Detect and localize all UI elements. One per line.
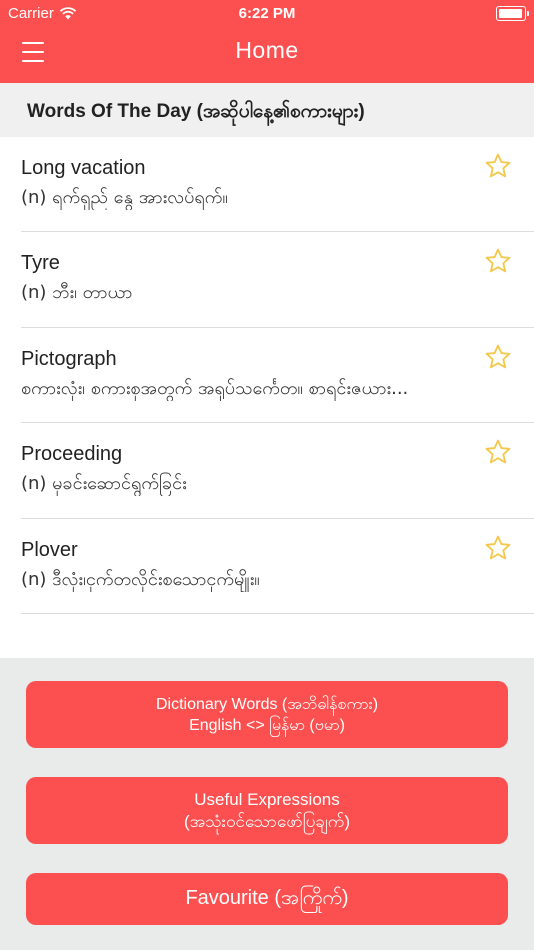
dictionary-button-line2: English <> မြန်မာ (ဗမာ)	[189, 716, 345, 734]
battery-level	[499, 9, 522, 18]
status-bar: Carrier 6:22 PM	[0, 0, 534, 28]
useful-button-line2: (အသုံးဝင်သောဖော်ပြချက်)	[183, 811, 350, 831]
word-definition: (n) ရက်ရှည် နွေ အားလပ်ရက်။	[21, 187, 228, 208]
word-title: Pictograph	[21, 347, 117, 370]
battery-icon	[496, 6, 529, 21]
useful-button-line1: Useful Expressions	[194, 789, 340, 809]
section-header: Words Of The Day (အဆိုပါနေ့၏စကားများ)	[0, 83, 534, 137]
page-title: Home	[235, 37, 299, 63]
word-title: Proceeding	[21, 443, 123, 466]
section-title: Words Of The Day (အဆိုပါနေ့၏စကားများ)	[27, 101, 365, 122]
word-item[interactable]: Tyre (n) ဘီး၊ တာယာ	[0, 232, 534, 329]
word-definition: (n) ဘီး၊ တာယာ	[21, 282, 133, 304]
word-item[interactable]: Pictograph စကားလုံး၊ စကားစုအတွက် အရုပ်သင…	[0, 328, 534, 424]
star-icon[interactable]	[484, 343, 512, 371]
word-item[interactable]: Proceeding (n) မှခင်းဆောင်ရွက်ခြင်း	[0, 423, 534, 519]
word-definition: စကားလုံး၊ စကားစုအတွက် အရုပ်သင်္ကေတ။ စာရင…	[21, 377, 409, 399]
favourite-button-label: Favourite (အကြိုက်)	[185, 887, 349, 909]
word-title: Tyre	[21, 252, 60, 275]
word-item[interactable]: Long vacation (n) ရက်ရှည် နွေ အားလပ်ရက်။	[0, 137, 534, 233]
dictionary-words-button[interactable]: Dictionary Words (အဘိဓါန်စကား) English <…	[26, 681, 508, 748]
navigation-bar: Home	[0, 28, 534, 83]
star-icon[interactable]	[484, 247, 512, 275]
dictionary-button-line1: Dictionary Words (အဘိဓါန်စကား)	[155, 695, 379, 713]
word-item[interactable]: Plover (n) ဒီလုံး၊ငှက်တလိုင်းစသောငှက်မျိ…	[0, 519, 534, 615]
word-title: Plover	[21, 538, 78, 561]
word-definition: (n) မှခင်းဆောင်ရွက်ခြင်း	[21, 473, 187, 495]
word-list: Long vacation (n) ရက်ရှည် နွေ အားလပ်ရက်။…	[0, 137, 534, 615]
star-icon[interactable]	[484, 534, 512, 562]
star-icon[interactable]	[484, 438, 512, 466]
useful-expressions-button[interactable]: Useful Expressions (အသုံးဝင်သောဖော်ပြချက…	[26, 777, 508, 844]
action-panel: Dictionary Words (အဘိဓါန်စကား) English <…	[0, 658, 534, 950]
word-title: Long vacation	[21, 157, 146, 179]
clock: 6:22 PM	[238, 5, 296, 22]
word-definition: (n) ဒီလုံး၊ငှက်တလိုင်းစသောငှက်မျိုး။	[21, 568, 260, 590]
star-icon[interactable]	[484, 152, 512, 180]
favourite-button[interactable]: Favourite (အကြိုက်)	[26, 873, 508, 925]
